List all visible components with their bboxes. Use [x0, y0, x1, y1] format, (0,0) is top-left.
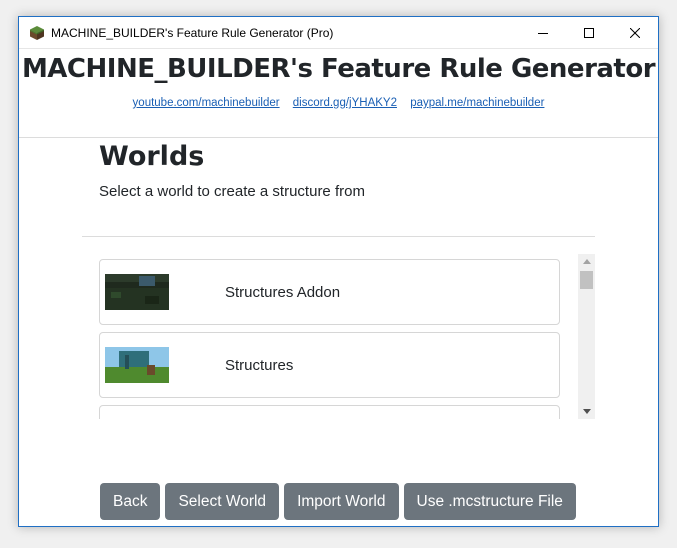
divider: [82, 236, 595, 237]
footer-buttons: Back Select World Import World Use .mcst…: [100, 483, 576, 520]
back-button[interactable]: Back: [100, 483, 161, 520]
scroll-down-arrow-icon[interactable]: [578, 404, 595, 419]
world-item-structures[interactable]: Structures: [99, 332, 560, 398]
app-header: MACHINE_BUILDER's Feature Rule Generator…: [19, 49, 658, 138]
world-item-structures-addon[interactable]: Structures Addon: [99, 259, 560, 325]
select-world-button[interactable]: Select World: [165, 483, 280, 520]
import-world-button[interactable]: Import World: [284, 483, 399, 520]
maximize-icon: [584, 27, 594, 38]
world-thumbnail: [105, 274, 169, 310]
social-links: youtube.com/machinebuilder discord.gg/jY…: [19, 97, 658, 109]
discord-link[interactable]: discord.gg/jYHAKY2: [293, 97, 397, 109]
close-button[interactable]: [612, 17, 658, 48]
use-mcstructure-button[interactable]: Use .mcstructure File: [403, 483, 576, 520]
youtube-link[interactable]: youtube.com/machinebuilder: [133, 97, 280, 109]
world-list: Structures Addon Structures: [99, 259, 562, 419]
title-bar[interactable]: MACHINE_BUILDER's Feature Rule Generator…: [19, 17, 658, 49]
app-window: MACHINE_BUILDER's Feature Rule Generator…: [18, 16, 659, 527]
page-subtitle: Select a world to create a structure fro…: [99, 183, 365, 200]
world-thumbnail: [105, 347, 169, 383]
worlds-section: Worlds Select a world to create a struct…: [99, 139, 599, 200]
minimize-icon: [538, 32, 548, 34]
scroll-up-arrow-icon[interactable]: [578, 254, 595, 269]
grass-block-icon: [29, 25, 45, 41]
window-title: MACHINE_BUILDER's Feature Rule Generator…: [51, 25, 334, 40]
scrollbar-thumb[interactable]: [580, 271, 593, 289]
close-icon: [630, 27, 640, 38]
app-heading: MACHINE_BUILDER's Feature Rule Generator: [21, 54, 656, 84]
world-name: Structures: [225, 356, 294, 374]
minimize-button[interactable]: [520, 17, 566, 48]
page-title: Worlds: [99, 141, 205, 172]
world-item-partial[interactable]: [99, 405, 560, 419]
world-list-scrollbar[interactable]: [578, 254, 595, 419]
world-name: Structures Addon: [225, 283, 341, 301]
paypal-link[interactable]: paypal.me/machinebuilder: [410, 97, 544, 109]
maximize-button[interactable]: [566, 17, 612, 48]
